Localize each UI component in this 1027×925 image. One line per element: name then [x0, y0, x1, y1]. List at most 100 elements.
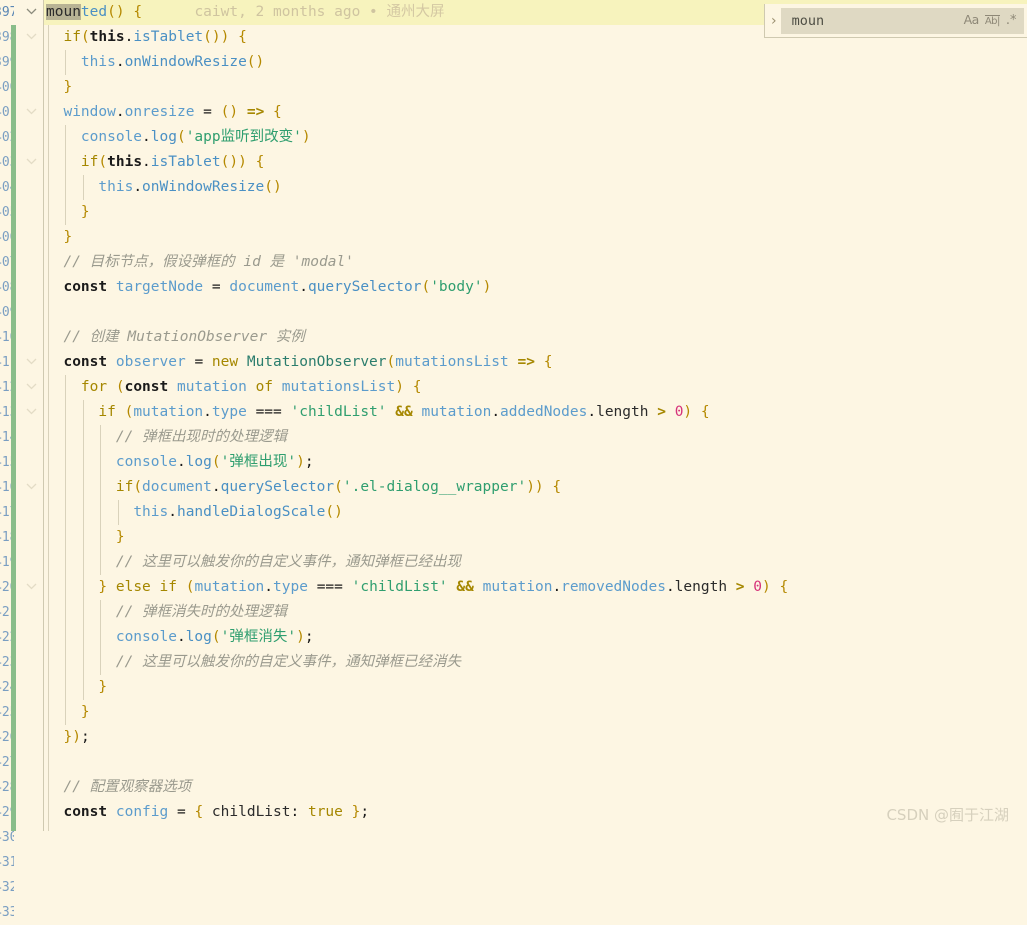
code-content[interactable]: mounted() { caiwt, 2 months ago • 通州大屏 i… [44, 0, 1027, 831]
code-line[interactable]: const targetNode = document.querySelecto… [44, 275, 1027, 300]
code-token: type [273, 579, 308, 595]
code-folding-column[interactable] [22, 0, 42, 831]
code-line[interactable]: console.log('弹框消失'); [44, 625, 1027, 650]
code-line[interactable]: this.handleDialogScale() [44, 500, 1027, 525]
code-line[interactable]: if(document.querySelector('.el-dialog__w… [44, 475, 1027, 500]
code-line[interactable]: } [44, 525, 1027, 550]
code-line[interactable] [44, 300, 1027, 325]
line-number: 397 [0, 5, 14, 20]
code-line[interactable]: // 弹框出现时的处理逻辑 [44, 425, 1027, 450]
code-line[interactable] [44, 750, 1027, 775]
code-token: this [133, 504, 169, 520]
code-token: addedNodes [500, 404, 588, 420]
code-line[interactable]: // 这里可以触发你的自定义事件，通知弹框已经消失 [44, 650, 1027, 675]
code-line[interactable]: } [44, 75, 1027, 100]
code-token: . [587, 404, 597, 420]
code-line[interactable]: // 弹框消失时的处理逻辑 [44, 600, 1027, 625]
indent-guide [48, 650, 49, 675]
code-line[interactable]: console.log('app监听到改变') [44, 125, 1027, 150]
indent-guide [82, 400, 84, 425]
code-token: else [115, 579, 151, 595]
chevron-down-icon[interactable] [22, 400, 40, 425]
indent-guide [48, 625, 49, 650]
code-token: handleDialogScale [176, 504, 326, 520]
code-string: 'body' [430, 279, 483, 295]
git-blame-annotation: 通州大屏 [386, 4, 445, 20]
code-token: ) [296, 454, 305, 470]
indent-guide [65, 175, 67, 200]
indent-guide [65, 700, 67, 725]
search-field-wrapper[interactable]: Aa Ab| .* [780, 7, 1024, 34]
regex-icon[interactable]: .* [1006, 14, 1017, 27]
code-token: . [203, 404, 212, 420]
code-line[interactable]: for (const mutation of mutationsList) { [44, 375, 1027, 400]
whole-words-icon[interactable]: Ab| [984, 14, 1000, 27]
indent-guide [48, 600, 49, 625]
code-editor[interactable]: 3973983994004014024034044054064074084094… [0, 0, 1027, 920]
code-token: window [63, 104, 116, 120]
code-line[interactable]: } else if (mutation.type === 'childList'… [44, 575, 1027, 600]
code-line[interactable]: this.onWindowResize() [44, 175, 1027, 200]
code-line[interactable]: } [44, 700, 1027, 725]
code-token: const [63, 354, 108, 370]
code-line[interactable]: // 创建 MutationObserver 实例 [44, 325, 1027, 350]
code-line[interactable]: if(this.isTablet()) { [44, 150, 1027, 175]
code-line[interactable]: } [44, 200, 1027, 225]
indent-guide [48, 775, 49, 800]
indent-guide [48, 800, 49, 825]
code-line[interactable]: // 这里可以触发你的自定义事件，通知弹框已经出现 [44, 550, 1027, 575]
code-line[interactable]: const config = { childList: true }; [44, 800, 1027, 825]
chevron-down-icon[interactable] [22, 100, 40, 125]
code-line[interactable]: // 目标节点，假设弹框的 id 是 'modal' [44, 250, 1027, 275]
search-option-icons[interactable]: Aa Ab| .* [964, 14, 1019, 27]
vcs-change-marker[interactable] [11, 25, 16, 831]
git-blame-annotation: caiwt, 2 months ago • [194, 4, 387, 20]
code-token: ) [301, 129, 311, 145]
chevron-down-icon[interactable] [22, 350, 40, 375]
code-token: . [264, 579, 274, 595]
chevron-down-icon[interactable] [22, 375, 40, 400]
chevron-down-icon[interactable] [22, 475, 40, 500]
chevron-right-icon[interactable]: › [771, 13, 777, 29]
code-token: => [246, 104, 265, 120]
code-token: && [456, 579, 474, 595]
chevron-down-icon[interactable] [22, 25, 40, 50]
chevron-down-icon[interactable] [22, 575, 40, 600]
code-line[interactable]: const observer = new MutationObserver(mu… [44, 350, 1027, 375]
code-comment: // 这里可以触发你的自定义事件，通知弹框已经消失 [115, 654, 462, 670]
indent-guide [48, 100, 49, 125]
code-line[interactable]: window.onresize = () => { [44, 100, 1027, 125]
code-line[interactable]: this.onWindowResize() [44, 50, 1027, 75]
code-token: : [290, 804, 300, 820]
code-line[interactable]: if (mutation.type === 'childList' && mut… [44, 400, 1027, 425]
code-line[interactable]: // 配置观察器选项 [44, 775, 1027, 800]
chevron-down-icon[interactable] [22, 150, 40, 175]
code-line[interactable]: } [44, 675, 1027, 700]
code-line[interactable]: console.log('弹框出现'); [44, 450, 1027, 475]
search-input[interactable] [791, 9, 964, 32]
indent-guide [48, 450, 49, 475]
indent-guide [48, 400, 49, 425]
code-token: this [80, 54, 116, 70]
find-toolbar[interactable]: › Aa Ab| .* 1 [764, 4, 1027, 38]
indent-guide [48, 175, 49, 200]
code-string: '弹框出现' [220, 454, 297, 470]
code-line[interactable] [44, 825, 1027, 831]
chevron-down-icon[interactable] [22, 0, 40, 25]
indent-guide [48, 825, 49, 831]
code-line[interactable]: } [44, 225, 1027, 250]
indent-guide [65, 200, 67, 225]
indent-guide [48, 300, 49, 325]
indent-guide [100, 525, 102, 550]
code-token: . [142, 154, 151, 170]
code-token: { [552, 479, 562, 495]
match-case-icon[interactable]: Aa [964, 14, 980, 27]
code-line[interactable]: }); [44, 725, 1027, 750]
